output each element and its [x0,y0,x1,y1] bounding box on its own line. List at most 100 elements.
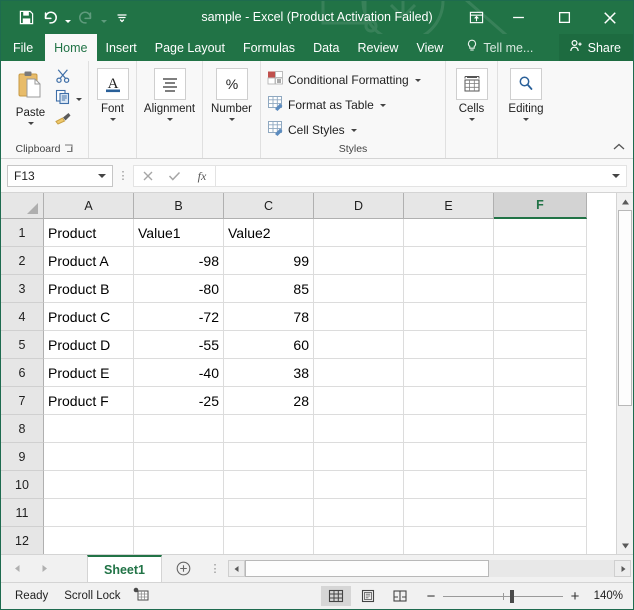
editing-button[interactable]: Editing [504,66,548,121]
cell-C4[interactable]: 78 [224,303,314,331]
cell-A9[interactable] [44,443,134,471]
cell-E1[interactable] [404,219,494,247]
row-header-2[interactable]: 2 [1,247,44,275]
row-header-10[interactable]: 10 [1,471,44,499]
cell-styles-button[interactable]: Cell Styles [267,119,421,141]
cell-C8[interactable] [224,415,314,443]
ribbon-display-options-icon[interactable] [457,1,495,34]
cell-D8[interactable] [314,415,404,443]
cell-A8[interactable] [44,415,134,443]
tell-me-box[interactable]: Tell me... [458,34,541,61]
vertical-scrollbar[interactable] [616,193,633,554]
page-break-preview-icon[interactable] [385,586,415,606]
cell-D5[interactable] [314,331,404,359]
cell-F11[interactable] [494,499,587,527]
number-button[interactable]: % Number [209,66,254,121]
row-header-5[interactable]: 5 [1,331,44,359]
scroll-down-icon[interactable] [617,537,633,554]
conditional-formatting-button[interactable]: Conditional Formatting [267,69,421,91]
ribbon-tab-insert[interactable]: Insert [97,34,146,61]
cell-F12[interactable] [494,527,587,554]
cell-B7[interactable]: -25 [134,387,224,415]
vertical-scroll-thumb[interactable] [618,210,632,406]
cell-F5[interactable] [494,331,587,359]
cell-styles-dropdown-icon[interactable] [351,129,357,132]
cell-F2[interactable] [494,247,587,275]
cell-B5[interactable]: -55 [134,331,224,359]
font-button[interactable]: A Font [95,66,130,121]
expand-formula-bar-icon[interactable] [612,174,620,178]
cut-button[interactable] [55,68,82,88]
cell-E6[interactable] [404,359,494,387]
cell-A5[interactable]: Product D [44,331,134,359]
cell-D3[interactable] [314,275,404,303]
select-all-corner[interactable] [1,193,44,219]
cell-D10[interactable] [314,471,404,499]
column-header-a[interactable]: A [44,193,134,219]
cell-E7[interactable] [404,387,494,415]
page-layout-view-icon[interactable] [353,586,383,606]
ribbon-tab-file[interactable]: File [1,34,45,61]
row-header-11[interactable]: 11 [1,499,44,527]
name-box-dropdown-icon[interactable] [98,174,106,178]
cell-E9[interactable] [404,443,494,471]
enter-formula-icon[interactable] [161,166,188,186]
normal-view-icon[interactable] [321,586,351,606]
paste-dropdown-icon[interactable] [28,122,34,125]
cell-E5[interactable] [404,331,494,359]
horizontal-scroll-track[interactable] [245,560,614,577]
tab-split-grip[interactable]: ⋮ [204,555,226,582]
cell-F4[interactable] [494,303,587,331]
zoom-slider-thumb[interactable] [510,590,514,603]
cell-A11[interactable] [44,499,134,527]
scroll-left-icon[interactable] [228,560,245,577]
format-as-table-button[interactable]: Format as Table [267,94,421,116]
row-header-4[interactable]: 4 [1,303,44,331]
zoom-out-icon[interactable]: − [425,589,437,604]
formula-bar-grip[interactable]: ⋮ [113,169,133,182]
cell-C12[interactable] [224,527,314,554]
cell-B6[interactable]: -40 [134,359,224,387]
ribbon-tab-data[interactable]: Data [304,34,348,61]
copy-dropdown-icon[interactable] [76,98,82,101]
cell-B3[interactable]: -80 [134,275,224,303]
customize-quick-access-toolbar-icon[interactable] [111,7,133,29]
cell-F10[interactable] [494,471,587,499]
cell-D6[interactable] [314,359,404,387]
cell-B2[interactable]: -98 [134,247,224,275]
cell-F3[interactable] [494,275,587,303]
cell-E3[interactable] [404,275,494,303]
cells-button[interactable]: Cells [452,66,491,121]
cell-E10[interactable] [404,471,494,499]
cell-C10[interactable] [224,471,314,499]
font-dropdown-icon[interactable] [110,118,116,121]
format-painter-button[interactable] [55,110,82,130]
row-header-6[interactable]: 6 [1,359,44,387]
editing-dropdown-icon[interactable] [523,118,529,121]
row-header-1[interactable]: 1 [1,219,44,247]
close-icon[interactable] [587,1,633,34]
row-header-7[interactable]: 7 [1,387,44,415]
number-dropdown-icon[interactable] [229,118,235,121]
column-header-c[interactable]: C [224,193,314,219]
cell-C11[interactable] [224,499,314,527]
cell-C9[interactable] [224,443,314,471]
cell-F8[interactable] [494,415,587,443]
undo-icon[interactable] [39,7,61,29]
cell-E2[interactable] [404,247,494,275]
cell-C2[interactable]: 99 [224,247,314,275]
horizontal-scroll-thumb[interactable] [245,560,489,577]
cell-E8[interactable] [404,415,494,443]
scroll-right-icon[interactable] [614,560,631,577]
row-header-3[interactable]: 3 [1,275,44,303]
row-header-8[interactable]: 8 [1,415,44,443]
redo-icon[interactable] [75,7,97,29]
column-header-e[interactable]: E [404,193,494,219]
cell-C5[interactable]: 60 [224,331,314,359]
cell-E4[interactable] [404,303,494,331]
cell-A1[interactable]: Product [44,219,134,247]
cell-A12[interactable] [44,527,134,554]
cell-D11[interactable] [314,499,404,527]
add-sheet-button[interactable] [162,555,204,582]
cell-B10[interactable] [134,471,224,499]
